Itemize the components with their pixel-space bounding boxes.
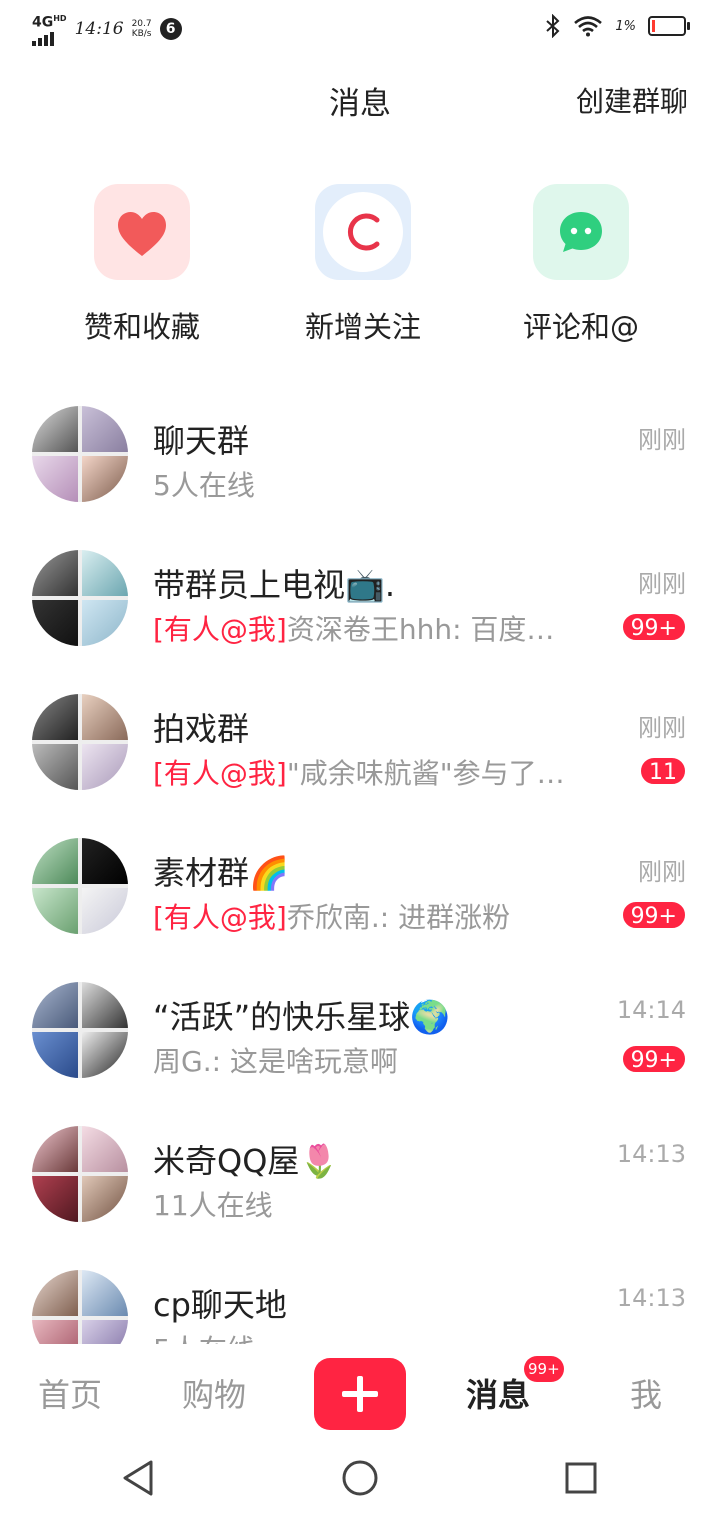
create-group-button[interactable]: 创建群聊 xyxy=(576,80,688,120)
unread-badge: 99+ xyxy=(620,900,687,930)
group-avatar xyxy=(32,1126,128,1222)
chat-row[interactable]: “活跃”的快乐星球🌍 周G.: 这是啥玩意啊 14:14 99+ xyxy=(0,962,720,1106)
chat-time: 14:14 xyxy=(616,996,686,1024)
chat-name: 素材群🌈 xyxy=(153,854,289,892)
chat-preview: 11人在线 xyxy=(153,1189,273,1222)
cellular-signal-icon: 4GHD xyxy=(32,12,67,46)
wifi-icon xyxy=(574,16,603,37)
nav-me[interactable]: 我 xyxy=(630,1370,662,1416)
create-post-button[interactable] xyxy=(314,1358,406,1430)
battery-icon xyxy=(648,16,690,36)
chat-name: 带群员上电视📺. xyxy=(153,566,396,604)
group-avatar xyxy=(32,982,128,1078)
group-avatar xyxy=(32,694,128,790)
group-avatar xyxy=(32,1270,128,1344)
comment-bubble-icon xyxy=(560,212,602,252)
chat-time: 刚刚 xyxy=(638,426,686,454)
chat-time: 刚刚 xyxy=(638,570,686,598)
nav-shop[interactable]: 购物 xyxy=(182,1370,246,1416)
unread-badge: 11 xyxy=(639,756,687,786)
group-avatar xyxy=(32,550,128,646)
bottom-nav: 首页 购物 消息 99+ 我 xyxy=(0,1344,720,1440)
chat-name: “活跃”的快乐星球🌍 xyxy=(153,998,451,1036)
new-followers-button[interactable]: 新增关注 xyxy=(283,184,443,346)
chat-row[interactable]: 拍戏群 [有人@我]"咸余味航酱"参与了… 刚刚 11 xyxy=(0,674,720,818)
chat-row[interactable]: 聊天群 5人在线 刚刚 xyxy=(0,386,720,530)
notification-count-badge: 6 xyxy=(159,17,182,40)
chat-time: 14:13 xyxy=(616,1140,686,1168)
home-icon[interactable] xyxy=(342,1458,378,1498)
chat-preview: 周G.: 这是啥玩意啊 xyxy=(153,1045,398,1078)
chat-preview: [有人@我]"咸余味航酱"参与了… xyxy=(153,757,565,790)
chat-preview: [有人@我]乔欣南.: 进群涨粉 xyxy=(153,901,511,934)
chat-row[interactable]: 素材群🌈 [有人@我]乔欣南.: 进群涨粉 刚刚 99+ xyxy=(0,818,720,962)
chat-row[interactable]: 带群员上电视📺. [有人@我]资深卷王hhh: 百度… 刚刚 99+ xyxy=(0,530,720,674)
unread-badge: 99+ xyxy=(620,612,687,642)
quick-action-label: 赞和收藏 xyxy=(83,310,200,344)
nav-home[interactable]: 首页 xyxy=(38,1370,102,1416)
chat-preview: 5人在线 xyxy=(153,1328,255,1344)
chat-preview: 5人在线 xyxy=(153,469,255,502)
chat-name: 拍戏群 xyxy=(153,710,250,748)
follow-c-icon xyxy=(347,213,380,251)
chat-name: 聊天群 xyxy=(153,422,250,460)
chat-row[interactable]: 米奇QQ屋🌷 11人在线 14:13 xyxy=(0,1106,720,1250)
heart-icon xyxy=(118,212,166,256)
clock: 14:16 xyxy=(74,18,124,39)
battery-percent: 1% xyxy=(615,18,636,34)
chat-time: 刚刚 xyxy=(638,858,686,886)
chat-name: cp聊天地 xyxy=(153,1286,287,1324)
chat-row[interactable]: cp聊天地 5人在线 14:13 xyxy=(0,1250,720,1344)
bluetooth-icon xyxy=(546,14,560,38)
nav-messages[interactable]: 消息 xyxy=(466,1370,530,1416)
network-speed: 20.7 KB/s xyxy=(131,18,152,39)
group-avatar xyxy=(32,406,128,502)
chat-name: 米奇QQ屋🌷 xyxy=(153,1142,340,1180)
quick-action-label: 评论和@ xyxy=(522,310,639,344)
comments-and-mentions-button[interactable]: 评论和@ xyxy=(501,184,661,346)
chat-time: 刚刚 xyxy=(638,714,686,742)
chat-list[interactable]: 聊天群 5人在线 刚刚 带群员上电视📺. [有人@我]资深卷王hhh: 百度… … xyxy=(0,386,720,1344)
unread-badge: 99+ xyxy=(620,1044,687,1074)
recent-apps-icon[interactable] xyxy=(563,1458,599,1498)
system-nav-bar xyxy=(0,1440,720,1520)
chat-preview: [有人@我]资深卷王hhh: 百度… xyxy=(153,613,555,646)
likes-and-favorites-button[interactable]: 赞和收藏 xyxy=(62,184,222,346)
quick-action-label: 新增关注 xyxy=(304,310,421,344)
status-bar: 4GHD 14:16 20.7 KB/s 6 1% xyxy=(0,0,720,56)
chat-time: 14:13 xyxy=(616,1284,686,1312)
group-avatar xyxy=(32,838,128,934)
messages-badge: 99+ xyxy=(524,1356,564,1382)
back-icon[interactable] xyxy=(120,1458,156,1498)
